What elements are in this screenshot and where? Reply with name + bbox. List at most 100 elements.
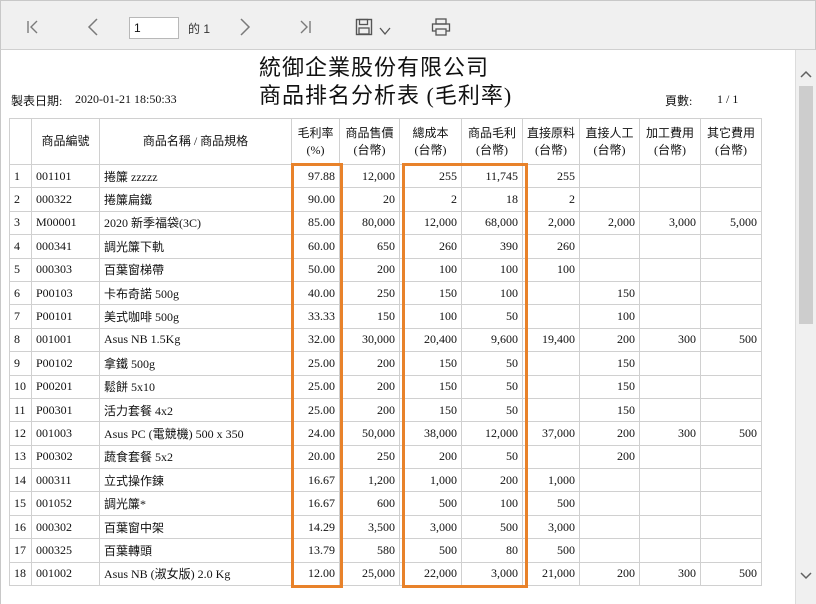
table-cell: 300 <box>639 561 701 587</box>
table-cell: 85.00 <box>291 210 340 236</box>
table-cell: Asus NB 1.5Kg <box>99 327 292 353</box>
table-cell: 拿鐵 500g <box>99 351 292 376</box>
table-row: 9 P00102 拿鐵 500g 25.00 200 150 50 150 <box>9 351 762 376</box>
table-cell: 80,000 <box>339 210 400 236</box>
table-cell: 美式咖啡 500g <box>99 304 292 329</box>
scroll-thumb[interactable] <box>799 86 813 324</box>
table-cell: 000322 <box>31 187 100 212</box>
table-cell: 300 <box>639 327 701 353</box>
table-cell <box>522 351 580 376</box>
table-cell: 150 <box>399 374 462 399</box>
table-cell: 150 <box>399 397 462 423</box>
table-cell: 90.00 <box>291 187 340 212</box>
table-cell: 立式操作鍊 <box>99 468 292 493</box>
table-cell: 25.00 <box>291 397 340 423</box>
table-cell <box>579 234 640 259</box>
scroll-down-button[interactable] <box>796 566 816 586</box>
table-cell: 150 <box>579 397 640 423</box>
table-cell: 21,000 <box>522 561 580 587</box>
table-cell: 150 <box>399 351 462 376</box>
table-row: 17 000325 百葉轉頭 13.79 580 500 80 500 <box>9 538 762 563</box>
table-cell: 500 <box>399 491 462 516</box>
table-row: 3 M00001 2020 新季福袋(3C) 85.00 80,000 12,000 68,… <box>9 210 762 236</box>
table-cell <box>522 397 580 423</box>
table-cell: 150 <box>579 280 640 306</box>
table-cell: 2,000 <box>579 210 640 236</box>
table-cell: 2020 新季福袋(3C) <box>99 210 292 236</box>
table-cell: 000325 <box>31 538 100 563</box>
page-label: 頁數: <box>665 94 693 108</box>
next-page-button[interactable] <box>233 14 257 40</box>
table-cell: 50 <box>461 304 523 329</box>
table-cell: 3,500 <box>339 514 400 540</box>
table-cell: 捲簾扁鐵 <box>99 187 292 212</box>
save-button[interactable] <box>353 14 375 40</box>
print-date-label: 製表日期: <box>11 94 63 108</box>
column-header <box>9 118 32 165</box>
table-cell: 7 <box>9 304 32 329</box>
last-page-button[interactable] <box>293 14 317 40</box>
save-format-dropdown[interactable] <box>377 18 393 44</box>
table-cell <box>700 538 762 563</box>
dropdown-chevron-icon <box>379 27 391 36</box>
table-cell: 9,600 <box>461 327 523 353</box>
table-cell: 200 <box>461 468 523 493</box>
table-cell: P00201 <box>31 374 100 399</box>
table-cell: 蔬食套餐 5x2 <box>99 444 292 470</box>
table-cell <box>639 351 701 376</box>
table-cell: 200 <box>339 257 400 282</box>
table-cell: 200 <box>339 351 400 376</box>
table-cell <box>700 351 762 376</box>
table-cell <box>639 234 701 259</box>
table-cell: 11,745 <box>461 163 523 189</box>
vertical-scrollbar[interactable] <box>795 50 816 604</box>
table-cell <box>579 468 640 493</box>
table-cell: 50,000 <box>339 421 400 446</box>
table-cell: 80 <box>461 538 523 563</box>
table-cell <box>579 257 640 282</box>
table-cell: 68,000 <box>461 210 523 236</box>
table-cell: 13 <box>9 444 32 470</box>
table-cell: Asus PC (電競機) 500 x 350 <box>99 421 292 446</box>
page-count-label: 的 1 <box>188 22 211 36</box>
table-row: 13 P00302 蔬食套餐 5x2 20.00 250 200 50 200 <box>9 444 762 470</box>
table-cell: 16 <box>9 514 32 540</box>
table-cell: 50 <box>461 444 523 470</box>
table-header-row: 商品編號 商品名稱 / 商品規格 毛利率 (%) 商品售價 (台幣) 總成本 (台幣) 商… <box>9 118 762 165</box>
table-cell <box>522 304 580 329</box>
table-cell: 200 <box>339 374 400 399</box>
table-cell: 150 <box>399 280 462 306</box>
table-cell <box>639 538 701 563</box>
chevron-up-icon <box>800 70 812 78</box>
prev-page-button[interactable] <box>81 14 105 40</box>
table-cell <box>579 187 640 212</box>
table-cell: 100 <box>399 257 462 282</box>
table-cell: 5,000 <box>700 210 762 236</box>
table-row: 6 P00103 卡布奇諾 500g 40.00 250 150 100 150 <box>9 280 762 306</box>
chevron-down-icon <box>800 572 812 580</box>
table-cell: 1 <box>9 163 32 189</box>
table-cell <box>522 280 580 306</box>
table-cell: 1,000 <box>399 468 462 493</box>
table-cell: 10 <box>9 374 32 399</box>
table-cell <box>522 444 580 470</box>
table-cell: 百葉窗梯帶 <box>99 257 292 282</box>
first-page-button[interactable] <box>21 14 45 40</box>
column-header: 總成本 (台幣) <box>399 118 462 165</box>
table-cell: 24.00 <box>291 421 340 446</box>
column-header: 其它費用 (台幣) <box>700 118 762 165</box>
print-date-value: 2020-01-21 18:50:33 <box>75 92 177 106</box>
table-cell <box>700 234 762 259</box>
table-cell: 17 <box>9 538 32 563</box>
table-cell: 3,000 <box>639 210 701 236</box>
table-cell: P00302 <box>31 444 100 470</box>
scroll-up-button[interactable] <box>796 64 816 84</box>
ranking-table: 商品編號 商品名稱 / 商品規格 毛利率 (%) 商品售價 (台幣) 總成本 (台幣) 商… <box>9 118 762 587</box>
table-cell: 14.29 <box>291 514 340 540</box>
print-button[interactable] <box>429 14 453 40</box>
table-cell: 50.00 <box>291 257 340 282</box>
table-cell: 200 <box>399 444 462 470</box>
column-header: 商品售價 (台幣) <box>339 118 400 165</box>
page-number-input[interactable] <box>129 17 179 39</box>
table-cell: 001001 <box>31 327 100 353</box>
